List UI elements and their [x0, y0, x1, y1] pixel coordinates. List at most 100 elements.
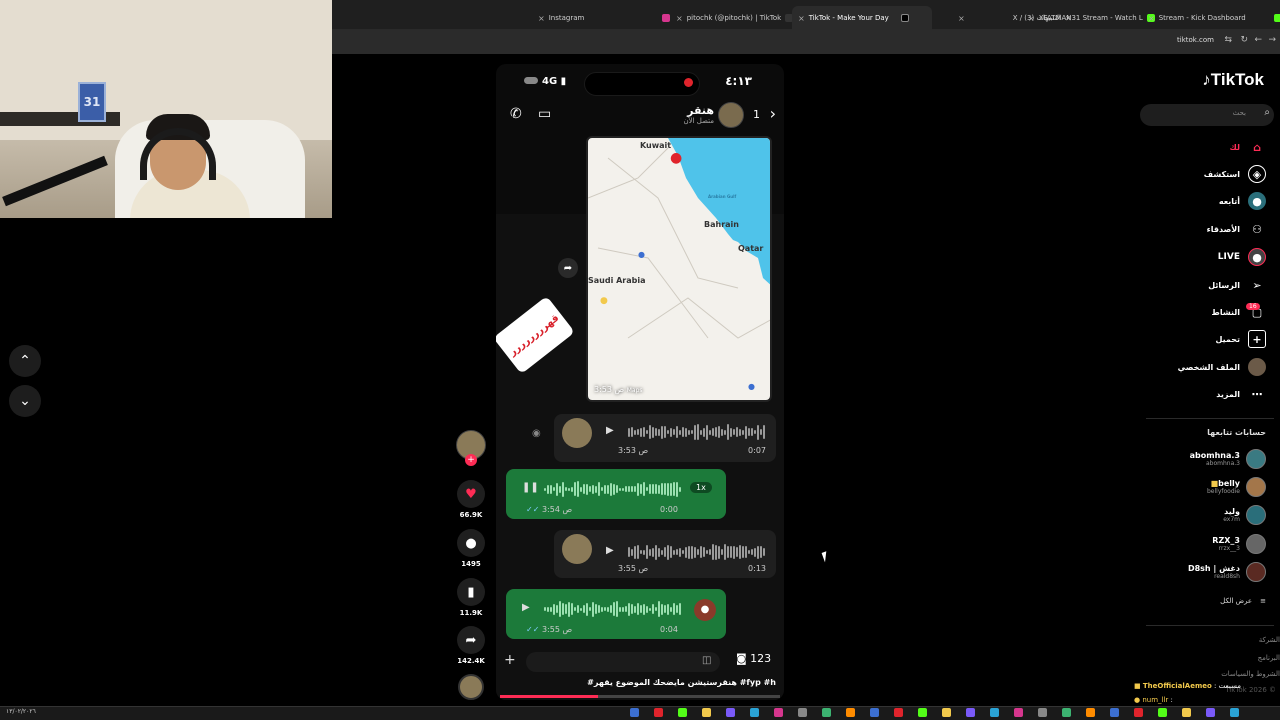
- voice-message-out[interactable]: ▶ ● ✓✓ 3:55 ص 0:04: [506, 589, 726, 639]
- taskbar-app-icon[interactable]: [846, 708, 855, 717]
- share-button[interactable]: ➦ 142.4K: [456, 626, 486, 665]
- taskbar-app-icon[interactable]: [774, 708, 783, 717]
- waveform-bar: [610, 605, 612, 613]
- tab-kick-watch[interactable]: × XFATMAN31 Stream - Watch L: [1022, 6, 1161, 30]
- like-button[interactable]: ♥ 66.9K: [456, 480, 486, 519]
- nav-following[interactable]: أتابعه ●: [1219, 191, 1266, 211]
- voice-message-in[interactable]: ▶ 3:55 ص 0:13: [554, 530, 776, 578]
- tab-instagram[interactable]: × Instagram: [532, 6, 676, 30]
- taskbar-app-icon[interactable]: [990, 708, 999, 717]
- close-icon[interactable]: ×: [538, 14, 545, 23]
- play-icon[interactable]: ▶: [522, 602, 530, 613]
- taskbar-app-icon[interactable]: [726, 708, 735, 717]
- previous-video-button[interactable]: ⌃: [9, 345, 41, 377]
- close-icon[interactable]: ×: [676, 14, 683, 23]
- search-input[interactable]: [1140, 104, 1274, 126]
- next-video-button[interactable]: ⌄: [9, 385, 41, 417]
- message-input[interactable]: [526, 652, 720, 672]
- taskbar-app-icon[interactable]: [1158, 708, 1167, 717]
- pause-icon[interactable]: ❚❚: [522, 482, 539, 493]
- taskbar-app-icon[interactable]: [894, 708, 903, 717]
- taskbar-app-icon[interactable]: [1014, 708, 1023, 717]
- close-icon[interactable]: ×: [1028, 14, 1035, 23]
- translate-icon[interactable]: ⇆: [1224, 35, 1232, 45]
- save-button[interactable]: ▮ 11.9K: [456, 578, 486, 617]
- taskbar-app-icon[interactable]: [654, 708, 663, 717]
- waveform-bar: [760, 546, 762, 558]
- see-all-link[interactable]: عرض الكل ≡: [1220, 597, 1266, 605]
- nav-messages[interactable]: الرسائل ➢: [1208, 275, 1266, 295]
- video-player[interactable]: 4G ▮ ٤:١٣ ✆ ▭ هنقر متصل الآن 1 › Kuwait …: [496, 64, 784, 700]
- tab-tiktok-active[interactable]: × TikTok - Make Your Day: [792, 6, 932, 30]
- taskbar-app-icon[interactable]: [750, 708, 759, 717]
- forward-icon[interactable]: →: [1268, 35, 1276, 45]
- taskbar-app-icon[interactable]: [1038, 708, 1047, 717]
- taskbar-app-icon[interactable]: [942, 708, 951, 717]
- taskbar-app-icon[interactable]: [678, 708, 687, 717]
- nav-explore[interactable]: استكشف ◈: [1204, 164, 1266, 184]
- reload-icon[interactable]: ↻: [1240, 35, 1248, 45]
- nav-profile[interactable]: الملف الشخصي: [1178, 357, 1266, 377]
- footer-terms[interactable]: الشروط والسياسات: [1221, 670, 1280, 678]
- close-icon[interactable]: ×: [1148, 14, 1155, 23]
- followed-account[interactable]: abomhna.3 abomhna.3: [1190, 449, 1266, 469]
- taskbar-app-icon[interactable]: [798, 708, 807, 717]
- taskbar-app-icon[interactable]: [918, 708, 927, 717]
- followed-account[interactable]: RZX_3 rrzx__3: [1212, 534, 1266, 554]
- footer-program[interactable]: البرنامج: [1258, 654, 1280, 662]
- close-icon[interactable]: ×: [958, 14, 965, 23]
- taskbar-app-icon[interactable]: [822, 708, 831, 717]
- taskbar-app-icon[interactable]: [702, 708, 711, 717]
- followed-account[interactable]: D8sh | دغش reald8sh: [1188, 562, 1266, 582]
- music-disc[interactable]: [458, 674, 484, 700]
- taskbar-app-icon[interactable]: [1062, 708, 1071, 717]
- camera-icon[interactable]: ◙ 123: [736, 652, 771, 665]
- waveform-bar: [604, 484, 606, 494]
- nav-live[interactable]: LIVE ●: [1218, 247, 1266, 267]
- voice-message-in[interactable]: ▶ 3:53 ص 0:07: [554, 414, 776, 462]
- footer-company[interactable]: الشركة: [1259, 636, 1280, 644]
- nav-for-you[interactable]: لك ⌂: [1230, 137, 1266, 157]
- waveform-bar: [670, 482, 672, 496]
- nav-more[interactable]: المزيد ⋯: [1216, 384, 1266, 404]
- nav-upload[interactable]: تحميل +: [1215, 329, 1266, 349]
- tiktok-logo[interactable]: ♪TikTok: [1202, 70, 1264, 90]
- taskbar-app-icon[interactable]: [870, 708, 879, 717]
- taskbar-app-icon[interactable]: [1206, 708, 1215, 717]
- back-icon[interactable]: ←: [1254, 35, 1262, 45]
- video-caption[interactable]: #هنقرستيشن مايضحك الموضوع يقهر #fyp #h: [587, 678, 776, 687]
- taskbar-app-icon[interactable]: [630, 708, 639, 717]
- play-icon[interactable]: ▶: [606, 425, 614, 436]
- video-progress-bar[interactable]: [500, 695, 780, 698]
- sticker-icon[interactable]: ◫: [702, 655, 711, 666]
- tab-kick-dashboard[interactable]: ×Stream - Kick Dashboard⌄: [1142, 6, 1280, 30]
- chevron-right-icon[interactable]: ›: [770, 104, 776, 123]
- play-icon[interactable]: ▶: [606, 545, 614, 556]
- chevron-up-icon: ⌃: [19, 353, 31, 369]
- url-text[interactable]: tiktok.com: [1177, 36, 1214, 44]
- follow-plus-icon[interactable]: +: [465, 454, 477, 466]
- location-pin-icon: ●: [670, 150, 683, 166]
- taskbar-app-icon[interactable]: [1230, 708, 1239, 717]
- taskbar-app-icon[interactable]: [1086, 708, 1095, 717]
- plus-icon[interactable]: +: [504, 652, 516, 668]
- tab-pitochk[interactable]: × pitochk (@pitochk) | TikTok: [670, 6, 799, 30]
- comment-button[interactable]: ● 1495: [456, 529, 486, 568]
- followed-account[interactable]: ■belly bellyfoodie: [1207, 477, 1266, 497]
- contact-avatar[interactable]: [718, 102, 744, 128]
- taskbar-app-icon[interactable]: [966, 708, 975, 717]
- taskbar-app-icon[interactable]: [1110, 708, 1119, 717]
- video-call-icon[interactable]: ▭: [538, 106, 551, 122]
- voice-message-out[interactable]: ❚❚ 1x ✓✓ 3:54 ص 0:00: [506, 469, 726, 519]
- waveform-bar: [754, 547, 756, 557]
- playback-speed-button[interactable]: 1x: [690, 482, 712, 493]
- phone-call-icon[interactable]: ✆: [510, 106, 522, 122]
- taskbar-app-icon[interactable]: [1134, 708, 1143, 717]
- nav-friends[interactable]: الأصدقاء ⚇: [1207, 219, 1266, 239]
- search-icon[interactable]: ⌕: [1264, 107, 1270, 118]
- followed-account[interactable]: وليد ex7m: [1223, 505, 1266, 525]
- close-icon[interactable]: ×: [798, 14, 805, 23]
- kick-icon: [1273, 14, 1280, 22]
- taskbar-app-icon[interactable]: [1182, 708, 1191, 717]
- forward-icon[interactable]: ➦: [558, 258, 578, 278]
